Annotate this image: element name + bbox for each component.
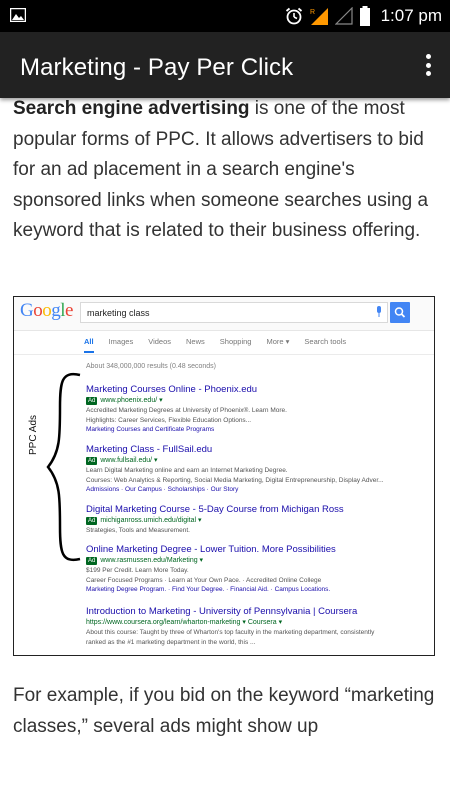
ppc-ads-label: PPC Ads	[28, 414, 39, 455]
ad-badge: Ad	[86, 397, 98, 405]
result-desc: Strategies, Tools and Measurement.	[86, 527, 190, 534]
status-time: 1:07 pm	[380, 6, 442, 25]
ad-badge: Ad	[86, 517, 98, 525]
result-title: Marketing Courses Online - Phoenix.edu	[86, 384, 258, 395]
result-desc: Learn Digital Marketing online and earn …	[86, 467, 288, 474]
search-result: Marketing Courses Online - Phoenix.edu A…	[86, 383, 426, 435]
search-input: marketing class	[80, 302, 388, 323]
search-tabs: All Images Videos News Shopping More ▾ S…	[84, 337, 346, 353]
tab-more: More ▾	[266, 337, 290, 346]
google-logo: Google	[20, 300, 73, 321]
result-title: Marketing Class - FullSail.edu	[86, 444, 213, 455]
result-url: Ad www.phoenix.edu/ ▾	[86, 397, 163, 405]
mic-icon	[377, 306, 381, 317]
result-url: Ad michiganross.umich.edu/digital ▾	[86, 517, 202, 525]
tab-images: Images	[108, 337, 134, 346]
bold-term: Search engine advertising	[13, 98, 250, 119]
result-title: Introduction to Marketing - University o…	[86, 606, 358, 617]
search-icon	[394, 307, 406, 318]
google-header: Google marketing class	[14, 297, 434, 331]
result-sitelinks: Marketing Courses and Certificate Progra…	[86, 426, 215, 433]
intro-text: is one of the most popular forms of PPC.…	[13, 98, 429, 241]
signal-icon: R	[310, 8, 328, 25]
search-result: Digital Marketing Course - 5-Day Course …	[86, 503, 426, 536]
gallery-icon	[10, 8, 26, 22]
result-desc: Career Focused Programs · Learn at Your …	[86, 576, 322, 584]
status-bar: R 1:07 pm	[0, 0, 450, 32]
result-desc: About this course: Taught by three of Wh…	[86, 629, 375, 636]
ad-badge: Ad	[86, 457, 98, 465]
result-desc: Accredited Marketing Degrees at Universi…	[86, 407, 287, 414]
result-sitelinks: Marketing Degree Program. · Find Your De…	[86, 586, 331, 593]
tab-news: News	[186, 337, 205, 346]
result-desc: Courses: Web Analytics & Reporting, Soci…	[86, 476, 384, 484]
tab-divider	[14, 354, 434, 355]
example-paragraph: For example, if you bid on the keyword “…	[13, 685, 435, 737]
search-results-screenshot: Google marketing class All Images Videos…	[13, 296, 435, 656]
search-button	[390, 302, 410, 323]
tab-all: All	[84, 337, 94, 353]
app-bar: Marketing - Pay Per Click	[0, 32, 450, 98]
tab-search-tools: Search tools	[304, 337, 347, 346]
article-content: Search engine advertising is one of the …	[0, 98, 450, 800]
more-vert-icon[interactable]	[420, 52, 436, 78]
result-desc: Highlights: Career Services, Flexible Ed…	[86, 416, 252, 424]
ppc-bracket	[46, 372, 81, 562]
result-sitelinks: Admissions · Our Campus · Scholarships ·…	[86, 486, 239, 493]
result-title: Digital Marketing Course - 5-Day Course …	[86, 504, 344, 515]
intro-paragraph: Search engine advertising is one of the …	[13, 98, 443, 247]
search-result: Introduction to Marketing - University o…	[86, 605, 426, 647]
result-url: Ad www.rasmussen.edu/Marketing ▾	[86, 557, 204, 565]
result-title: Online Marketing Degree - Lower Tuition.…	[86, 544, 336, 555]
result-stats: About 348,000,000 results (0.48 seconds)	[86, 363, 216, 370]
search-result: Marketing Class - FullSail.edu Ad www.ful…	[86, 443, 426, 495]
alarm-icon	[285, 7, 302, 25]
result-url: https://www.coursera.org/learn/wharton-m…	[86, 619, 283, 626]
signal-icon-2	[334, 7, 353, 25]
tab-videos: Videos	[148, 337, 171, 346]
ad-badge: Ad	[86, 557, 98, 565]
svg-text:R: R	[310, 9, 315, 16]
search-result: Online Marketing Degree - Lower Tuition.…	[86, 543, 426, 595]
status-icons: R 1:07 pm	[285, 0, 442, 32]
tab-shopping: Shopping	[219, 337, 252, 346]
battery-icon	[359, 6, 370, 26]
result-desc: $199 Per Credit. Learn More Today.	[86, 567, 189, 574]
result-desc: ranked as the #1 marketing department in…	[86, 638, 256, 646]
page-title: Marketing - Pay Per Click	[20, 54, 294, 81]
result-url: Ad www.fullsail.edu/ ▾	[86, 457, 158, 465]
